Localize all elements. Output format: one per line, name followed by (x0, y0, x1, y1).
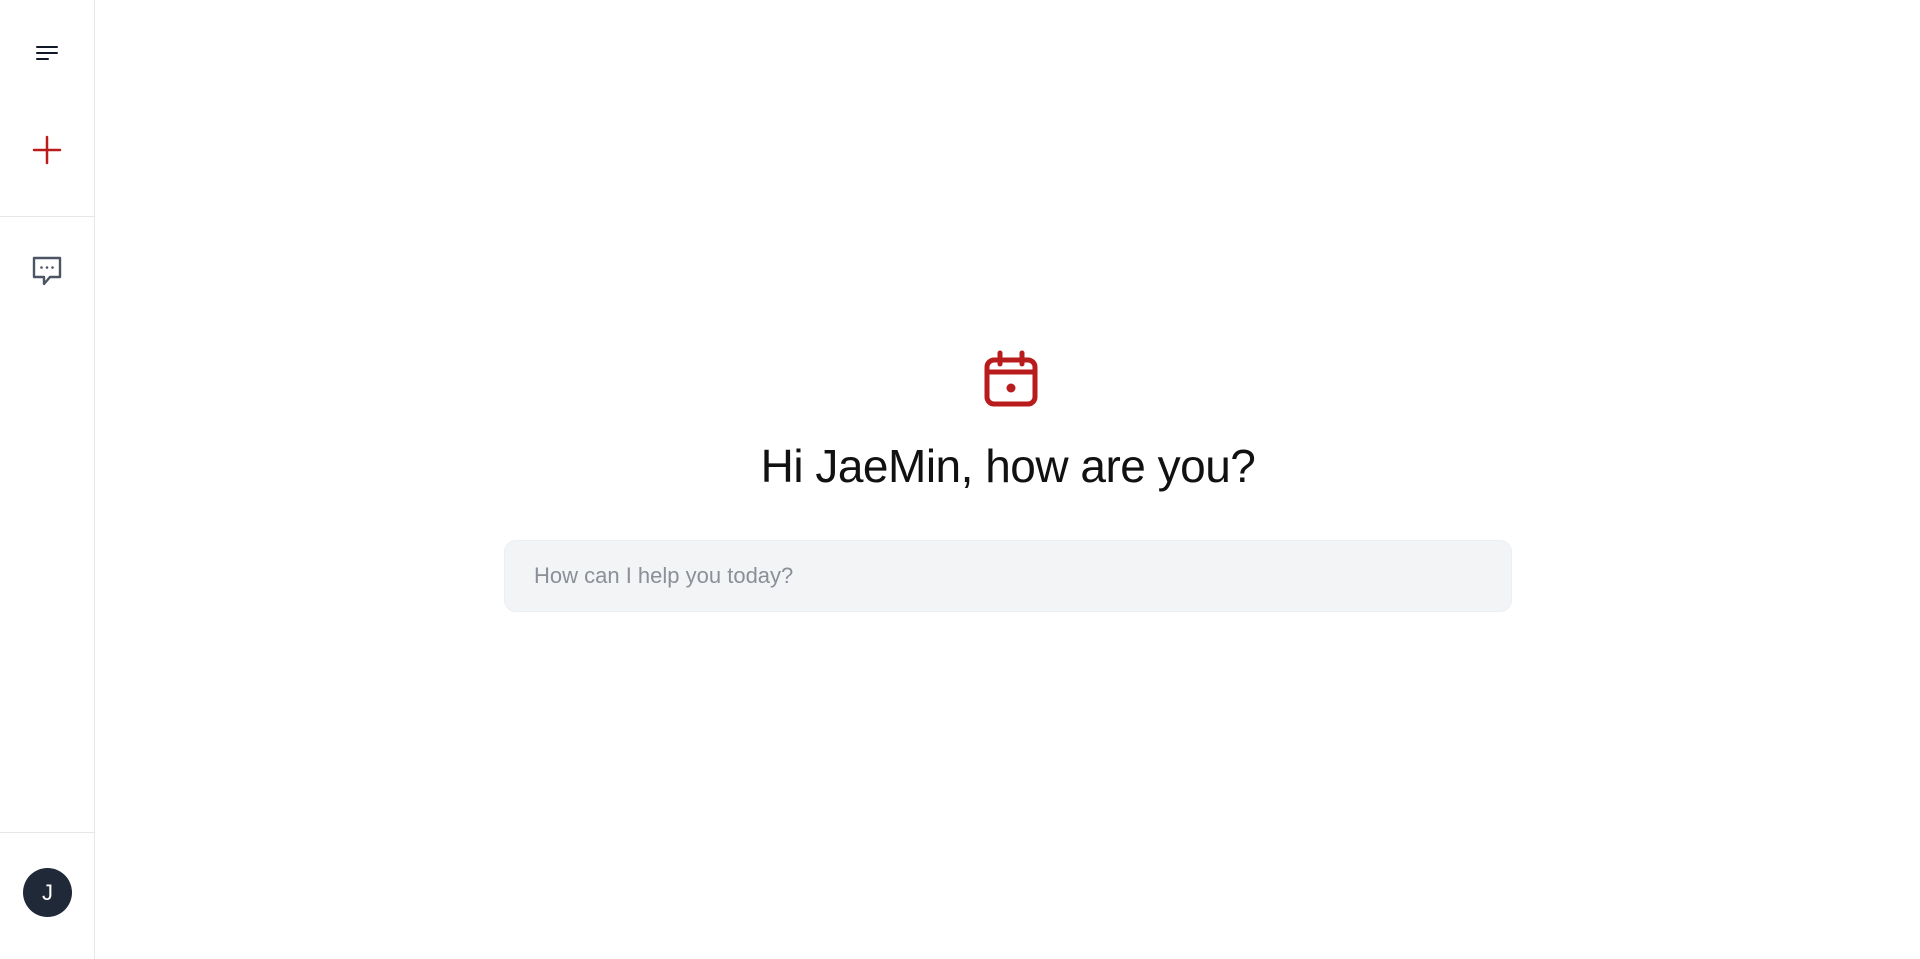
chat-history-button[interactable] (23, 247, 71, 295)
new-chat-button[interactable] (23, 126, 71, 174)
chat-bubble-icon (32, 256, 62, 286)
menu-icon (36, 46, 58, 60)
avatar-initial: J (42, 879, 53, 905)
user-avatar[interactable]: J (23, 868, 72, 917)
sidebar-divider (0, 216, 95, 217)
main-content: Hi JaeMin, how are you? (96, 0, 1920, 959)
prompt-input-container[interactable] (504, 540, 1512, 612)
plus-icon (32, 135, 62, 165)
prompt-input[interactable] (505, 541, 1511, 611)
app: J Hi JaeMin, how are you? (0, 0, 1920, 959)
menu-button[interactable] (23, 30, 71, 78)
sidebar: J (0, 0, 95, 959)
sidebar-divider-bottom (0, 832, 95, 833)
calendar-icon (981, 350, 1041, 410)
greeting-heading: Hi JaeMin, how are you? (760, 440, 1256, 492)
